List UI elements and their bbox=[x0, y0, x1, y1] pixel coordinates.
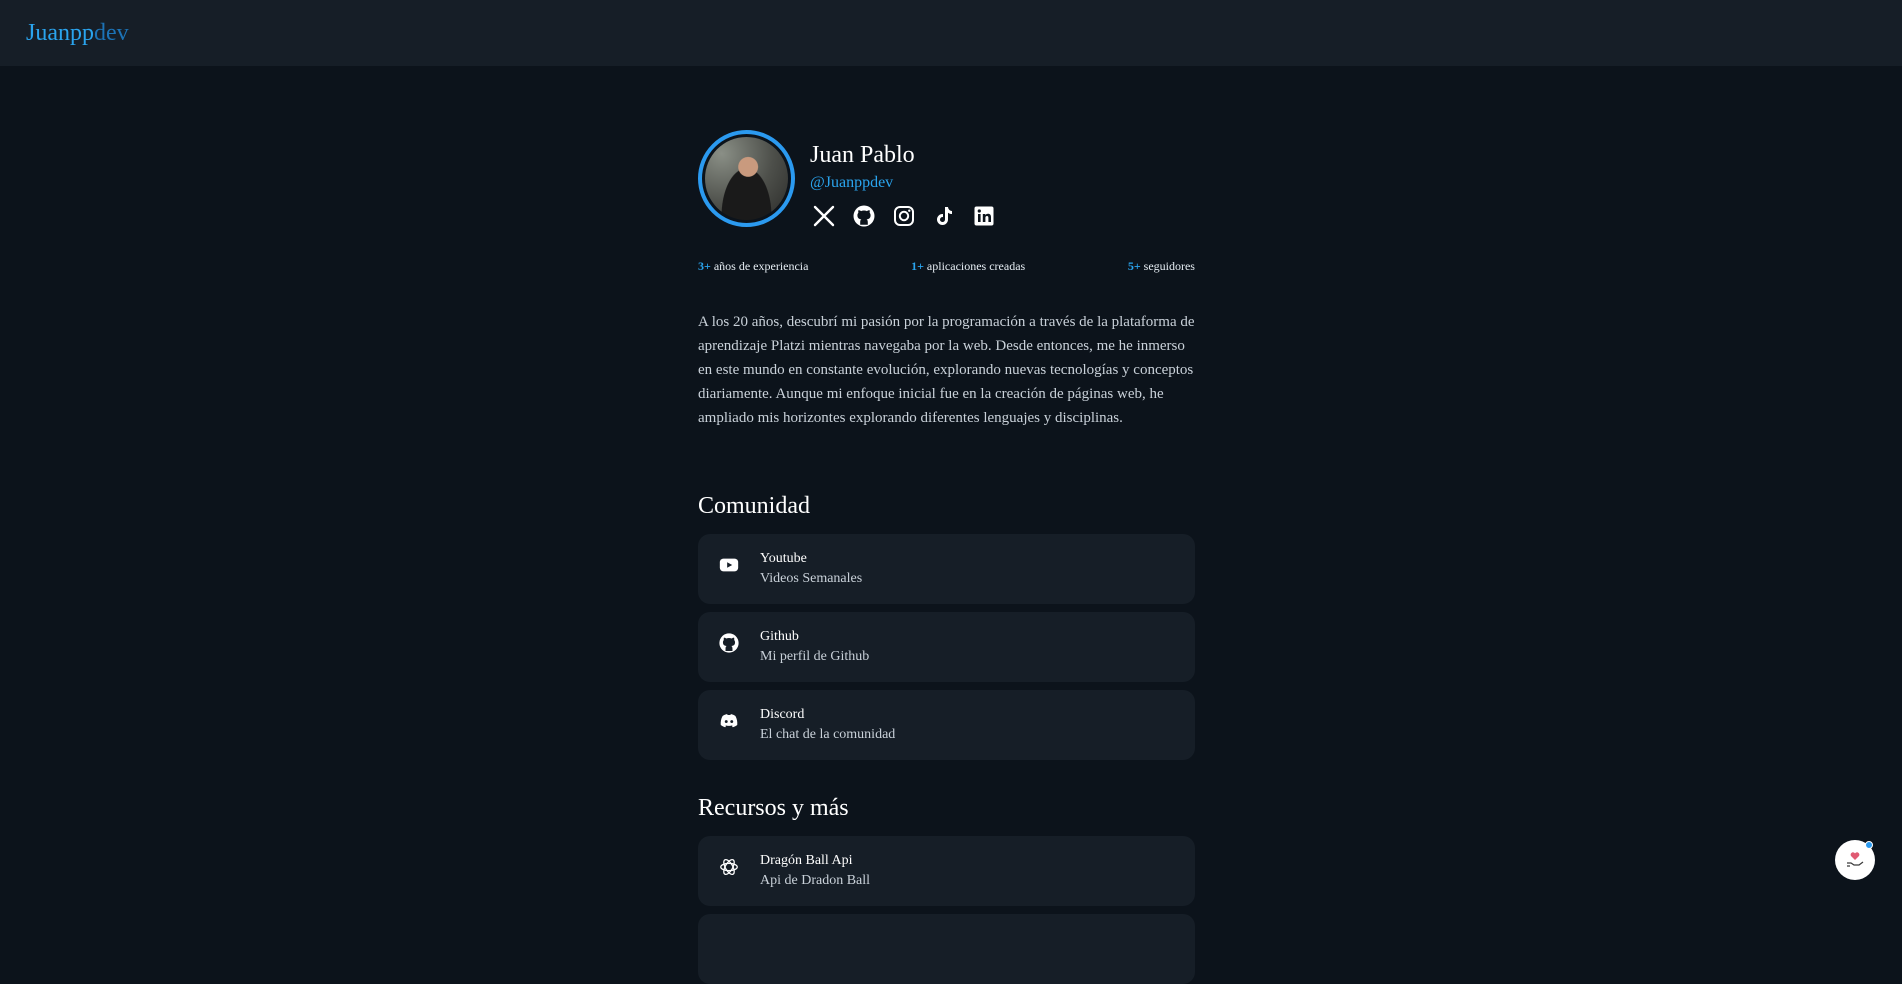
section-title-resources: Recursos y más bbox=[698, 795, 849, 821]
link-card-next-partial[interactable] bbox=[698, 914, 1195, 984]
card-subtitle: Mi perfil de Github bbox=[760, 649, 870, 664]
stat-experience: 3+ años de experiencia bbox=[698, 259, 808, 274]
github-icon bbox=[716, 630, 742, 656]
profile-handle-link[interactable]: @Juanppdev bbox=[810, 174, 998, 192]
card-title: Youtube bbox=[760, 551, 807, 566]
link-card-github[interactable]: Github Mi perfil de Github bbox=[698, 612, 1195, 682]
profile-info: Juan Pablo @Juanppdev bbox=[810, 130, 998, 230]
stat-label: aplicaciones creadas bbox=[926, 259, 1026, 273]
brand-name-part2: dev bbox=[94, 20, 129, 46]
openai-icon bbox=[716, 854, 742, 880]
support-floating-button[interactable] bbox=[1835, 840, 1875, 880]
stat-followers: 5+ seguidores bbox=[1128, 259, 1195, 274]
stat-apps: 1+ aplicaciones creadas bbox=[911, 259, 1025, 274]
stat-label: años de experiencia bbox=[713, 259, 809, 273]
youtube-icon bbox=[716, 552, 742, 578]
social-links bbox=[810, 202, 998, 230]
avatar-photo bbox=[705, 137, 788, 220]
brand-name-part1: Juanpp bbox=[26, 20, 94, 46]
card-subtitle: Videos Semanales bbox=[760, 571, 863, 586]
card-title: Dragón Ball Api bbox=[760, 853, 853, 868]
github-icon[interactable] bbox=[850, 202, 878, 230]
discord-icon bbox=[716, 708, 742, 734]
avatar bbox=[698, 130, 795, 227]
stats-row: 3+ años de experiencia 1+ aplicaciones c… bbox=[698, 259, 1195, 274]
card-subtitle: Api de Dradon Ball bbox=[760, 873, 871, 888]
profile-header: Juan Pablo @Juanppdev bbox=[698, 130, 998, 230]
link-card-youtube[interactable]: Youtube Videos Semanales bbox=[698, 534, 1195, 604]
bio-paragraph: A los 20 años, descubrí mi pasión por la… bbox=[698, 314, 1195, 426]
heart-hand-icon bbox=[1843, 847, 1867, 874]
brand-logo-link[interactable]: Juanppdev bbox=[26, 21, 129, 45]
link-card-discord[interactable]: Discord El chat de la comunidad bbox=[698, 690, 1195, 760]
stat-value: 3+ bbox=[698, 259, 711, 273]
stat-value: 5+ bbox=[1127, 259, 1141, 273]
section-title-community: Comunidad bbox=[698, 493, 810, 519]
card-title: Discord bbox=[760, 707, 805, 722]
x-icon[interactable] bbox=[810, 202, 838, 230]
card-subtitle: El chat de la comunidad bbox=[760, 727, 896, 742]
link-card-dragon-ball-api[interactable]: Dragón Ball Api Api de Dradon Ball bbox=[698, 836, 1195, 906]
profile-name: Juan Pablo bbox=[810, 142, 915, 168]
linkedin-icon[interactable] bbox=[970, 202, 998, 230]
instagram-icon[interactable] bbox=[890, 202, 918, 230]
stat-value: 1+ bbox=[911, 259, 924, 273]
top-navbar: Juanppdev bbox=[0, 0, 1902, 66]
tiktok-icon[interactable] bbox=[930, 202, 958, 230]
stat-label: seguidores bbox=[1143, 259, 1195, 273]
card-title: Github bbox=[760, 629, 799, 644]
notification-dot bbox=[1865, 841, 1873, 849]
